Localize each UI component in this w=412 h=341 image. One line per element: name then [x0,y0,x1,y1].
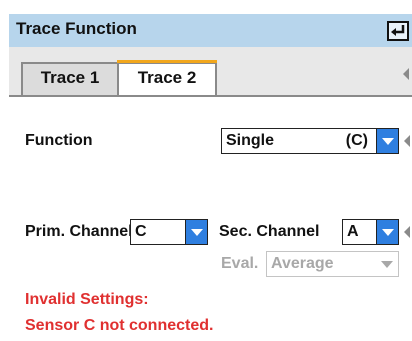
scroll-left-icon[interactable] [404,226,410,238]
function-value: Single [226,132,275,149]
scroll-left-icon[interactable] [403,68,409,80]
window-title: Trace Function [16,19,137,38]
enter-button[interactable] [387,21,409,41]
scroll-left-icon[interactable] [404,135,410,147]
function-select[interactable]: Single (C) [221,128,399,154]
sec-channel-select[interactable]: A [342,219,399,245]
error-message-title: Invalid Settings: [25,291,149,308]
prim-channel-select[interactable]: C [130,219,208,245]
sec-channel-value: A [347,223,359,240]
chevron-down-icon [376,129,398,153]
tab-bar: Trace 1 Trace 2 [9,47,412,95]
chevron-down-icon [376,252,398,276]
tab-trace-1[interactable]: Trace 1 [21,62,117,95]
tab-trace-2[interactable]: Trace 2 [117,60,217,95]
sec-channel-label: Sec. Channel [219,223,320,240]
chevron-down-icon [185,220,207,244]
eval-select: Average [266,251,399,277]
eval-label: Eval. [221,255,259,272]
eval-value: Average [271,255,334,272]
function-channel-suffix: (C) [345,132,368,149]
title-bar: Trace Function [9,14,412,47]
prim-channel-value: C [135,223,147,240]
chevron-down-icon [376,220,398,244]
enter-return-icon [391,25,405,36]
settings-panel: Function Single (C) Prim. Channel C Sec.… [9,95,412,341]
function-label: Function [25,132,93,149]
error-message-detail: Sensor C not connected. [25,317,214,334]
prim-channel-label: Prim. Channel [25,223,133,240]
tab-trace-1-label: Trace 1 [40,68,100,87]
tab-trace-2-label: Trace 2 [137,68,197,87]
